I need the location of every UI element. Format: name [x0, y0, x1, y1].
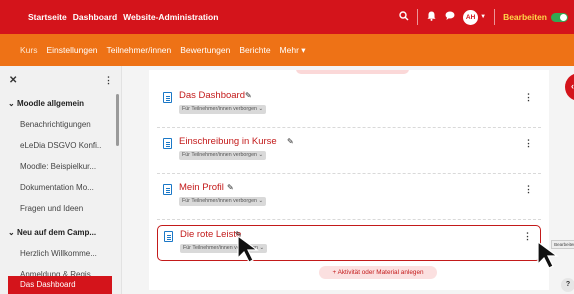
kebab-menu-icon[interactable]: ⋮	[524, 92, 533, 103]
sidebar-item-benachrichtigungen[interactable]: Benachrichtigungen	[20, 120, 91, 129]
course-index-drawer: ✕ ⋮ ⌄ Moodle allgemein Benachrichtigunge…	[0, 66, 122, 294]
edit-mode-toggle[interactable]	[551, 12, 568, 22]
tab-einstellungen[interactable]: Einstellungen	[46, 45, 97, 55]
activity-item[interactable]: Das Dashboard ✎ Für Teilnehmer/innen ver…	[157, 90, 541, 128]
course-navigation: Kurs Einstellungen Teilnehmer/innen Bewe…	[20, 45, 315, 56]
chat-icon[interactable]	[445, 11, 455, 23]
pointer-arrow-icon	[537, 240, 559, 269]
kebab-menu-icon[interactable]: ⋮	[524, 184, 533, 195]
kebab-menu-icon[interactable]: ⋮	[104, 75, 113, 86]
sidebar-item-willkommen[interactable]: Herzlich Willkomme...	[20, 249, 97, 258]
course-navbar: Kurs Einstellungen Teilnehmer/innen Bewe…	[0, 34, 574, 66]
page-icon	[164, 231, 173, 242]
pencil-icon[interactable]: ✎	[227, 183, 234, 192]
page-icon	[163, 92, 172, 103]
activity-link[interactable]: Das Dashboard	[179, 90, 245, 101]
activity-item[interactable]: Einschreibung in Kurse ✎ Für Teilnehmer/…	[157, 136, 541, 174]
divider	[494, 9, 496, 25]
chevron-down-icon: ⌄	[8, 228, 15, 237]
activity-link[interactable]: Einschreibung in Kurse	[179, 136, 277, 147]
divider	[417, 9, 419, 25]
sidebar-item-das-dashboard[interactable]: Das Dashboard	[8, 276, 112, 294]
section-title: Moodle allgemein	[16, 99, 85, 108]
primary-navigation: Startseite Dashboard Website-Administrat…	[28, 12, 224, 22]
sidebar-item-fragen[interactable]: Fragen und Ideen	[20, 204, 83, 213]
page-icon	[163, 184, 172, 195]
search-icon[interactable]	[399, 10, 409, 24]
kebab-menu-icon[interactable]: ⋮	[523, 231, 532, 242]
pointer-arrow-icon	[237, 234, 259, 263]
chevron-down-icon: ⌄	[8, 99, 15, 108]
edit-mode-label: Bearbeiten	[503, 12, 547, 22]
course-content: Das Dashboard ✎ Für Teilnehmer/innen ver…	[122, 66, 574, 294]
sidebar-item-dsgvo[interactable]: eLeDia DSGVO Konfi..	[20, 141, 101, 150]
pencil-icon[interactable]: ✎	[287, 137, 294, 146]
activity-link[interactable]: Die rote Leiste	[180, 229, 241, 240]
nav-website-administration[interactable]: Website-Administration	[123, 12, 218, 22]
scrollbar[interactable]	[116, 94, 119, 146]
top-navbar: Startseite Dashboard Website-Administrat…	[0, 0, 574, 34]
visibility-badge[interactable]: Für Teilnehmer/innen verborgen ⌄	[179, 151, 266, 160]
bell-icon[interactable]	[427, 11, 436, 24]
chevron-down-icon[interactable]: ▼	[480, 14, 486, 20]
nav-dashboard[interactable]: Dashboard	[73, 12, 117, 22]
user-controls: AH ▼ Bearbeiten	[390, 0, 568, 34]
tab-bewertungen[interactable]: Bewertungen	[180, 45, 230, 55]
activity-item[interactable]: Mein Profil ✎ Für Teilnehmer/innen verbo…	[157, 182, 541, 220]
add-activity-button[interactable]: + Aktivität oder Material anlegen	[319, 266, 437, 279]
help-button[interactable]: ?	[561, 278, 574, 292]
sidebar-item-beispielkurs[interactable]: Moodle: Beispielkur...	[20, 162, 96, 171]
tab-kurs[interactable]: Kurs	[20, 45, 37, 55]
section-title: Neu auf dem Camp...	[16, 228, 97, 237]
page-icon	[163, 138, 172, 149]
sidebar-item-dokumentation[interactable]: Dokumentation Mo...	[20, 183, 94, 192]
visibility-badge[interactable]: Für Teilnehmer/innen verborgen ⌄	[179, 197, 266, 206]
kebab-menu-icon[interactable]: ⋮	[524, 138, 533, 149]
avatar[interactable]: AH	[463, 9, 479, 25]
visibility-badge[interactable]: Für Teilnehmer/innen verborgen ⌄	[179, 105, 266, 114]
tab-mehr[interactable]: Mehr ▾	[280, 45, 306, 56]
section-neu-auf-dem-campus[interactable]: ⌄ Neu auf dem Camp...	[8, 228, 96, 237]
nav-startseite[interactable]: Startseite	[28, 12, 67, 22]
close-icon[interactable]: ✕	[9, 75, 17, 86]
tab-teilnehmer[interactable]: Teilnehmer/innen	[107, 45, 172, 55]
tab-berichte[interactable]: Berichte	[239, 45, 270, 55]
activity-item-highlighted[interactable]: Die rote Leiste ✎ Für Teilnehmer/innen v…	[157, 225, 541, 261]
course-section-card: Das Dashboard ✎ Für Teilnehmer/innen ver…	[149, 70, 549, 290]
add-activity-button-partial[interactable]	[296, 70, 409, 74]
section-moodle-allgemein[interactable]: ⌄ Moodle allgemein	[8, 99, 84, 108]
activity-link[interactable]: Mein Profil	[179, 182, 224, 193]
pencil-icon[interactable]: ✎	[245, 91, 252, 100]
